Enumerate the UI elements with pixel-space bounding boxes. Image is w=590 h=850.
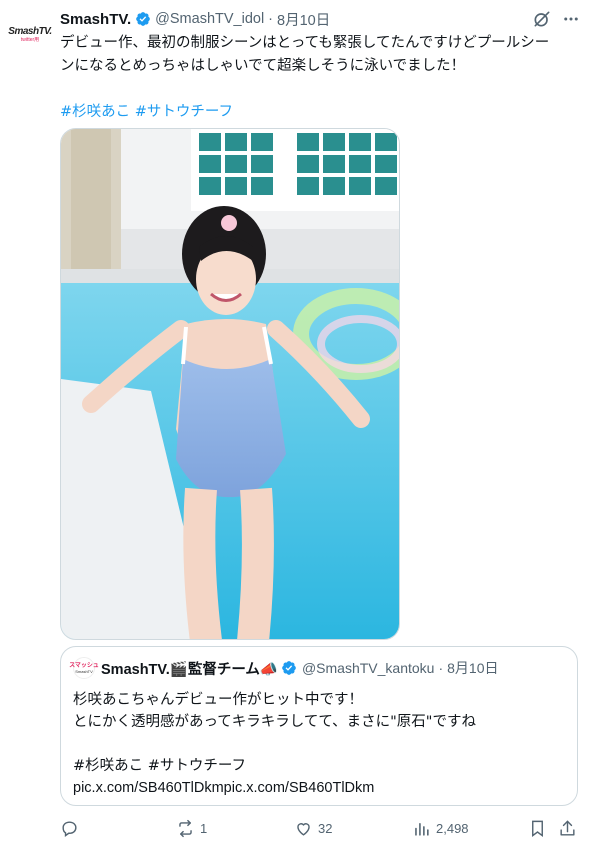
tweet-text: デビュー作、最初の制服シーンはとっても緊張してたんですけどプールシー ンになると… <box>60 32 582 124</box>
post-date[interactable]: 8月10日 <box>277 9 330 30</box>
like-icon <box>297 822 310 836</box>
avatar[interactable]: SmashTV. twitter用 <box>8 12 52 56</box>
hashtag-link[interactable]: #杉咲あこ <box>60 104 130 120</box>
bookmark-button[interactable] <box>528 816 547 840</box>
reply-button[interactable] <box>60 816 84 840</box>
author-name[interactable]: SmashTV. <box>60 11 131 28</box>
like-count: 32 <box>318 820 333 836</box>
views-icon <box>415 822 429 836</box>
hashtag-link[interactable]: #サトウチーフ <box>135 104 233 120</box>
photo-illustration <box>61 129 399 639</box>
tweet-header: SmashTV. @SmashTV_idol · 8月10日 <box>60 8 330 30</box>
avatar-logo-subtext: twitter用 <box>20 36 40 43</box>
action-bar: 1 32 2,498 <box>60 816 582 840</box>
share-icon <box>560 820 575 836</box>
quoted-text-line: 杉咲あこちゃんデビュー作がヒット中です！ <box>73 692 363 708</box>
verified-badge-icon <box>136 12 150 26</box>
tweet-text-line: ンになるとめっちゃはしゃいでて超楽しそうに泳いでました！ <box>60 58 466 74</box>
hashtag-line: #杉咲あこ #サトウチーフ <box>60 101 582 124</box>
verified-badge-icon <box>282 661 296 675</box>
quoted-author-handle: @SmashTV_kantoku <box>301 660 435 676</box>
tweet-text-line: デビュー作、最初の制服シーンはとっても緊張してたんですけどプールシー <box>60 35 550 51</box>
quoted-media-link: pic.x.com/SB460TlDkmpic.x.com/SB460TlDkm <box>73 780 375 796</box>
separator-dot: · <box>438 660 444 676</box>
quoted-header: スマッシュ SmashTV SmashTV.🎬監督チーム📣 @SmashTV_k… <box>69 657 499 679</box>
views-count: 2,498 <box>436 820 469 836</box>
bookmark-icon <box>532 820 543 837</box>
grok-icon[interactable] <box>531 8 553 30</box>
quoted-hashtags: #杉咲あこ #サトウチーフ <box>73 758 247 774</box>
separator-dot: · <box>268 11 274 27</box>
repost-icon <box>179 819 192 837</box>
views-button[interactable]: 2,498 <box>412 816 469 840</box>
repost-button[interactable]: 1 <box>176 816 207 840</box>
quoted-author-name: SmashTV.🎬監督チーム📣 <box>101 661 278 678</box>
like-button[interactable]: 32 <box>294 816 332 840</box>
more-icon[interactable] <box>560 8 582 30</box>
repost-count: 1 <box>200 820 208 836</box>
quoted-text: 杉咲あこちゃんデビュー作がヒット中です！ とにかく透明感があってキラキラしてて、… <box>73 689 569 799</box>
author-handle[interactable]: @SmashTV_idol <box>155 11 264 27</box>
share-button[interactable] <box>558 816 577 840</box>
quoted-avatar-subtext: SmashTV <box>75 668 93 674</box>
tweet[interactable]: SmashTV. twitter用 SmashTV. @SmashTV_idol… <box>0 0 590 850</box>
tweet-photo[interactable] <box>60 128 400 640</box>
quoted-date: 8月10日 <box>447 660 499 676</box>
reply-icon <box>62 820 77 837</box>
quoted-tweet[interactable]: スマッシュ SmashTV SmashTV.🎬監督チーム📣 @SmashTV_k… <box>60 646 578 806</box>
quoted-text-line: とにかく透明感があってキラキラしてて、まさに"原石"ですね <box>73 714 476 730</box>
quoted-avatar: スマッシュ SmashTV <box>69 657 99 679</box>
